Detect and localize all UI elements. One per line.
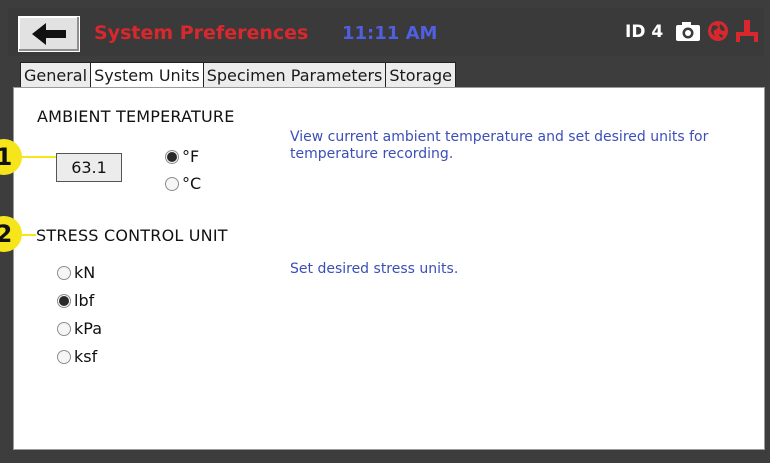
back-arrow-icon [32,23,66,45]
radio-label: ksf [74,347,98,366]
radio-kn[interactable]: kN [57,263,95,282]
radio-fahrenheit[interactable]: °F [165,147,199,166]
radio-indicator[interactable] [165,176,179,191]
back-button[interactable] [18,16,80,52]
stress-description: Set desired stress units. [290,261,459,277]
radio-kpa[interactable]: kPa [57,319,102,338]
radio-label: °F [182,147,200,166]
radio-label: lbf [74,291,95,310]
radio-indicator[interactable] [57,293,71,308]
radio-indicator[interactable] [57,265,71,280]
tab-bar: General System Units Specimen Parameters… [8,56,764,89]
radio-label: kN [74,263,96,282]
clock-time: 11:11 AM [342,23,438,44]
ambient-temperature-value: 63.1 [56,153,122,182]
radio-ksf[interactable]: ksf [57,347,97,366]
radio-lbf[interactable]: lbf [57,291,94,310]
network-icon[interactable] [735,19,759,43]
radio-indicator[interactable] [57,321,71,336]
ambient-temperature-title: AMBIENT TEMPERATURE [37,107,235,126]
header-bar: System Preferences 11:11 AM ID 4 [8,8,764,56]
tab-list: General System Units Specimen Parameters… [20,62,456,89]
tab-storage[interactable]: Storage [385,62,456,88]
camera-icon[interactable] [675,20,701,42]
system-units-panel: AMBIENT TEMPERATURE 63.1 °F °C View curr… [13,87,765,450]
radio-indicator[interactable] [57,349,71,364]
tab-general[interactable]: General [20,62,92,88]
tab-specimen-parameters[interactable]: Specimen Parameters [202,62,387,88]
radio-label: °C [182,174,202,193]
radio-label: kPa [74,319,102,338]
station-id: ID 4 [625,22,664,42]
callout-1-line [22,156,56,158]
stress-control-title: STRESS CONTROL UNIT [36,226,228,245]
radio-celsius[interactable]: °C [165,174,201,193]
ambient-description: View current ambient temperature and set… [290,129,709,162]
radio-indicator[interactable] [165,149,179,164]
tab-system-units[interactable]: System Units [90,62,204,89]
globe-icon[interactable] [707,20,729,42]
callout-2-line [22,234,36,236]
page-title: System Preferences [94,22,309,44]
